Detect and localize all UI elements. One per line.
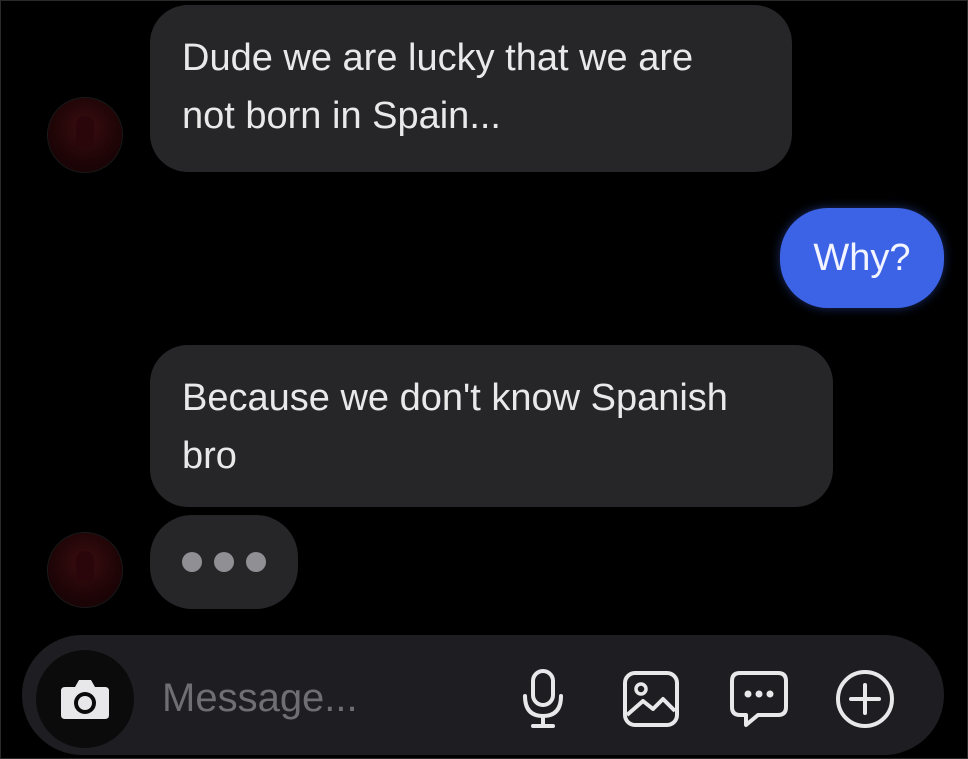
microphone-icon — [521, 668, 565, 730]
contact-avatar[interactable] — [48, 533, 122, 607]
image-icon — [621, 669, 681, 729]
gallery-button[interactable] — [616, 664, 686, 734]
voice-message-button[interactable] — [508, 664, 578, 734]
camera-button[interactable] — [36, 650, 134, 748]
sticker-button[interactable] — [724, 664, 794, 734]
chat-bubble-icon — [728, 669, 790, 729]
message-text: bro — [182, 435, 237, 477]
contact-avatar[interactable] — [48, 98, 122, 172]
typing-dot — [182, 552, 202, 572]
message-text: Dude we are lucky that we are — [182, 37, 694, 79]
message-text: Because we don't know Spanish — [182, 377, 728, 419]
plus-icon — [834, 668, 896, 730]
message-composer — [22, 635, 944, 755]
more-options-button[interactable] — [830, 664, 900, 734]
incoming-message-bubble[interactable]: Dude we are lucky that we are not born i… — [150, 5, 792, 172]
message-text: not born in Spain... — [182, 95, 501, 137]
camera-icon — [59, 677, 111, 721]
message-input[interactable]: Message... — [162, 676, 358, 721]
outgoing-message-bubble[interactable]: Why? — [780, 208, 944, 308]
message-text: Why? — [813, 237, 911, 279]
typing-dot — [214, 552, 234, 572]
incoming-message-bubble[interactable]: Because we don't know Spanish bro — [150, 345, 833, 507]
typing-dot — [246, 552, 266, 572]
typing-indicator — [150, 515, 298, 609]
